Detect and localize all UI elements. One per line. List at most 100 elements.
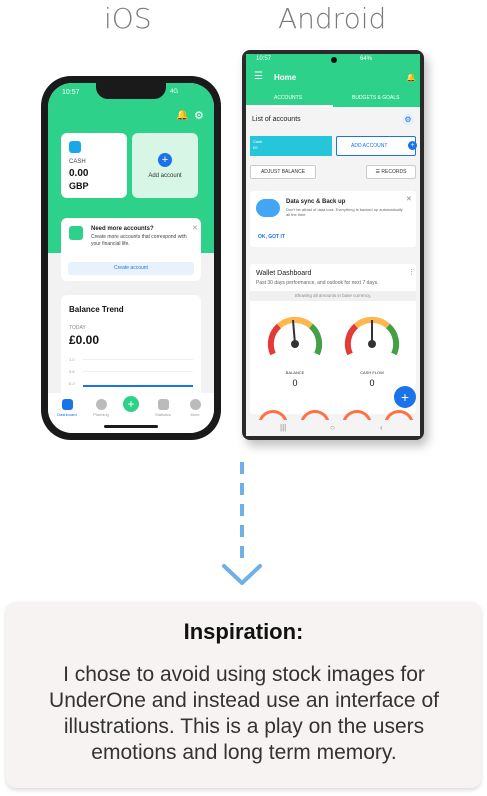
more-accounts-body: Create more accounts that correspond wit…	[91, 234, 187, 247]
sync-title: Data sync & Back up	[286, 199, 346, 205]
cash-currency: GBP	[69, 181, 89, 191]
tab-label: More	[190, 412, 200, 417]
dashboard-title: Wallet Dashboard	[256, 270, 312, 277]
mini-gauges-row	[250, 410, 416, 425]
add-account-label: Add account	[148, 173, 182, 179]
tab-label: Statistics	[154, 412, 171, 417]
android-mockup: 10:57 64% ☰ Home 🔔 ACCOUNTS BUDGETS & GO…	[242, 50, 424, 440]
records-button[interactable]: ☰ RECORDS	[366, 165, 416, 179]
balance-trend-card: Balance Trend TODAY £0.00 1.0 0.6 0.2	[61, 295, 201, 405]
inspiration-card: Inspiration: I chose to avoid using stoc…	[6, 602, 481, 788]
plus-icon: +	[408, 141, 417, 150]
bell-icon[interactable]: 🔔	[406, 73, 416, 82]
add-account-button[interactable]: ADD ACCOUNT +	[336, 136, 417, 156]
accounts-illustration-icon	[69, 226, 83, 240]
adjust-balance-button[interactable]: ADJUST BALANCE	[250, 165, 316, 179]
tab-budgets-goals[interactable]: BUDGETS & GOALS	[352, 95, 400, 101]
gauge-cashflow-label: CASH FLOW	[360, 370, 384, 375]
tab-planning[interactable]: Planning	[86, 399, 116, 417]
records-label: RECORDS	[381, 169, 407, 175]
tab-accounts[interactable]: ACCOUNTS	[274, 95, 302, 101]
balance-amount: £0.00	[69, 333, 100, 347]
ios-status-time: 10:57	[62, 89, 80, 96]
inspiration-body: I chose to avoid using stock images for …	[49, 663, 439, 764]
axis-tick: 0.6	[69, 369, 75, 374]
chevron-down-icon	[222, 564, 262, 585]
ios-screen: 10:57 4G 🔔 ⚙ CASH 0.00 GBP + Add account…	[48, 83, 214, 433]
status-battery: 64%	[360, 56, 373, 62]
android-nav-bar: ||| ○ ‹	[246, 420, 420, 436]
ios-notch	[96, 83, 166, 99]
add-account-label: ADD ACCOUNT	[351, 143, 388, 149]
today-label: TODAY	[69, 325, 86, 331]
gridline	[83, 371, 193, 372]
tab-dashboard[interactable]: Dashboard	[52, 399, 82, 417]
cash-flow-gauge	[344, 316, 400, 356]
cash-tile-value: £0	[253, 145, 258, 150]
base-currency-note: Showing all amounts in base currency.	[250, 291, 416, 301]
android-app-bar: ☰ Home 🔔 ACCOUNTS BUDGETS & GOALS	[246, 65, 420, 107]
ios-status-signal: 4G	[170, 89, 179, 95]
statistics-icon	[157, 399, 169, 410]
cash-account-card[interactable]: CASH 0.00 GBP	[61, 133, 127, 198]
camera-punch-hole	[331, 57, 337, 63]
cash-account-tile[interactable]: Cash £0	[250, 136, 332, 156]
add-record-fab[interactable]: +	[394, 386, 416, 408]
add-account-card[interactable]: + Add account	[132, 133, 198, 198]
page-title: Home	[274, 73, 297, 82]
back-nav-icon[interactable]: ‹	[380, 423, 383, 432]
cash-amount: 0.00	[69, 168, 89, 179]
more-icon	[189, 399, 201, 410]
tab-more[interactable]: More	[180, 399, 210, 417]
bell-icon[interactable]: 🔔	[176, 110, 188, 121]
dashboard-subtitle: Past 30 days performance, and outlook fo…	[256, 280, 379, 286]
add-record-button[interactable]: +	[123, 396, 139, 412]
android-heading: Android	[278, 2, 387, 35]
inspiration-title: Inspiration:	[183, 619, 304, 644]
dashboard-icon	[61, 399, 73, 410]
cloud-icon	[256, 199, 280, 217]
gear-icon[interactable]: ⚙	[402, 114, 414, 126]
ios-heading: iOS	[104, 2, 152, 35]
menu-icon[interactable]: ☰	[254, 71, 263, 82]
connector-dash	[240, 462, 244, 474]
connector-dash	[240, 525, 244, 537]
axis-tick: 1.0	[69, 357, 75, 362]
gauge-balance-label: BALANCE	[285, 370, 305, 375]
create-account-button[interactable]: Create account	[68, 262, 194, 275]
planning-icon	[95, 399, 107, 410]
accounts-list-title: List of accounts	[252, 116, 301, 123]
more-vert-icon[interactable]: ⋮	[408, 268, 415, 276]
connector-dash	[240, 483, 244, 495]
home-indicator	[104, 425, 158, 428]
tab-indicator	[246, 105, 333, 107]
balance-trend-title: Balance Trend	[69, 305, 124, 314]
android-screen: 10:57 64% ☰ Home 🔔 ACCOUNTS BUDGETS & GO…	[246, 54, 420, 436]
comparison-canvas: iOS Android 10:57 4G 🔔 ⚙ CASH 0.00 GBP +…	[0, 0, 487, 796]
axis-tick: 0.2	[69, 381, 75, 386]
recents-nav-icon[interactable]: |||	[280, 423, 286, 432]
gridline	[83, 359, 193, 360]
trend-line	[83, 385, 193, 387]
ok-got-it-button[interactable]: OK, GOT IT	[258, 234, 285, 240]
close-icon[interactable]: ✕	[406, 195, 412, 203]
status-time: 10:57	[256, 56, 272, 62]
more-accounts-title: Need more accounts?	[91, 226, 154, 232]
gauge-cashflow-value: 0	[369, 378, 375, 388]
connector-dash	[240, 504, 244, 516]
tab-statistics[interactable]: Statistics	[148, 399, 178, 417]
cash-label: CASH	[69, 159, 86, 165]
gear-icon[interactable]: ⚙	[194, 109, 204, 122]
gauge-balance-value: 0	[292, 378, 298, 388]
tab-label: Dashboard	[57, 412, 77, 417]
tab-label: Planning	[93, 412, 109, 417]
data-sync-card: Data sync & Back up Don't be afraid of d…	[250, 191, 416, 247]
iphone-mockup: 10:57 4G 🔔 ⚙ CASH 0.00 GBP + Add account…	[41, 76, 221, 440]
wallet-dashboard-card: Wallet Dashboard Past 30 days performanc…	[250, 264, 416, 414]
wallet-icon	[69, 141, 81, 153]
home-nav-icon[interactable]: ○	[330, 423, 335, 432]
connector-dash	[240, 546, 244, 558]
plus-icon: +	[158, 153, 172, 167]
close-icon[interactable]: ✕	[192, 224, 198, 232]
more-accounts-card: Need more accounts? Create more accounts…	[61, 218, 201, 281]
